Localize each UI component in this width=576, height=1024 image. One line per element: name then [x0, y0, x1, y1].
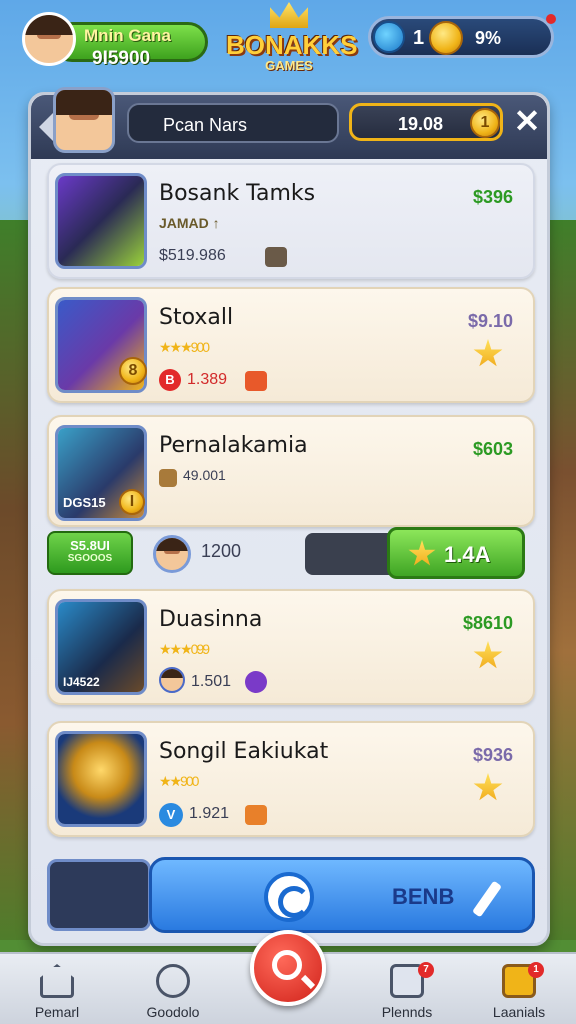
level-badge: 8 [119, 357, 147, 385]
panel-header: Pcan Nars 19.08 1 ✕ [31, 87, 547, 159]
home-icon [40, 964, 74, 998]
item-price: $8610 [462, 613, 513, 633]
item-name: Bosank Tamks [159, 181, 316, 206]
currency-display[interactable]: 1 9% [368, 16, 554, 58]
currency-a-value: 1 [413, 27, 425, 49]
globe-icon [373, 21, 405, 53]
list-item[interactable]: Songil Eakiukat ★★900 V 1.921 $936 [47, 721, 535, 837]
coin-icon [429, 21, 463, 55]
action-row: BENB [47, 855, 535, 935]
item-rating: ★★★099 [159, 641, 210, 657]
shop-panel: Pcan Nars 19.08 1 ✕ Bosank Tamks JAMAD ↑… [28, 87, 550, 946]
boost-offer-badge[interactable]: S5.8UI SGOOOS [47, 531, 133, 575]
mini-avatar [159, 667, 185, 693]
item-meta: 49.001 [183, 467, 226, 483]
chest-icon [245, 805, 267, 825]
crate-icon [265, 247, 287, 267]
list-item[interactable]: IJ4522 Duasinna ★★★099 1.501 $8610 [47, 589, 535, 705]
main-action-button[interactable]: BENB [149, 857, 535, 933]
search-button[interactable] [250, 930, 326, 1006]
item-name: Stoxall [159, 305, 234, 330]
nav-item-chat[interactable]: Goodolo [118, 954, 228, 1024]
list-item[interactable]: I Pernalakamia 49.001 DGS15 $603 [47, 415, 535, 527]
potion-icon [245, 671, 267, 693]
blue-badge-icon: V [159, 803, 183, 827]
close-button[interactable]: ✕ [511, 105, 543, 137]
boost-avatar [153, 535, 191, 573]
boost-button[interactable]: 1.4A [387, 527, 525, 579]
crown-icon [270, 2, 308, 28]
refresh-icon [264, 872, 314, 922]
star-icon[interactable] [473, 641, 503, 669]
chat-icon [156, 964, 190, 998]
item-price: $396 [472, 187, 513, 207]
player-coins: 9I5900 [92, 48, 151, 69]
item-name: Duasinna [159, 607, 263, 632]
back-arrow-icon[interactable] [39, 113, 53, 141]
player-avatar[interactable] [22, 12, 76, 66]
panel-score-value: 19.08 [398, 114, 444, 134]
pencil-icon [472, 880, 502, 918]
item-price: $936 [472, 745, 513, 765]
star-icon [408, 540, 436, 566]
nav-badge: 7 [418, 962, 434, 978]
nav-item-tasks[interactable]: 7 Plennds [352, 954, 462, 1024]
coin-icon: 1 [470, 108, 500, 138]
item-subvalue: DGS15 [63, 495, 106, 510]
boost-value: 1200 [201, 541, 242, 561]
player-name: Mnin Gana [84, 26, 171, 45]
panel-title-box: Pcan Nars [127, 103, 339, 143]
player-profile-chip[interactable]: Mnin Gana 9I5900 [22, 12, 208, 69]
item-thumbnail [55, 731, 147, 827]
panel-title: Pcan Nars [163, 115, 248, 135]
level-badge: I [119, 489, 145, 515]
header-avatar[interactable] [53, 87, 115, 153]
item-name: Songil Eakiukat [159, 739, 329, 764]
item-name: Pernalakamia [159, 433, 308, 458]
item-rating: ★★★900 [159, 339, 210, 355]
nav-item-home[interactable]: Pemarl [2, 954, 112, 1024]
item-price: $603 [472, 439, 513, 459]
boost-row: S5.8UI SGOOOS 1200 1.4A [47, 527, 535, 581]
search-icon [272, 950, 302, 980]
crate-icon [159, 469, 177, 487]
item-subvalue: $519.986 [159, 247, 226, 264]
top-bar: Mnin Gana 9I5900 BONAKKS GAMES 1 9% [0, 0, 576, 80]
list-item[interactable]: 8 Stoxall ★★★900 B 1.389 $9.10 [47, 287, 535, 403]
item-subvalue: 1.921 [189, 805, 230, 822]
item-rating: ★★900 [159, 773, 199, 789]
chest-icon [245, 371, 267, 391]
game-logo: BONAKKS GAMES [226, 2, 357, 78]
nav-badge: 1 [528, 962, 544, 978]
nav-item-rewards[interactable]: 1 Laanials [464, 954, 574, 1024]
item-subvalue: 1.501 [191, 673, 232, 690]
item-thumb-text: IJ4522 [63, 675, 100, 689]
star-icon[interactable] [473, 773, 503, 801]
item-subvalue: 1.389 [187, 371, 228, 388]
item-thumbnail [55, 173, 147, 269]
list-item[interactable]: Bosank Tamks JAMAD ↑ $519.986 $396 [47, 163, 535, 279]
red-badge-icon: B [159, 369, 181, 391]
item-price: $9.10 [467, 311, 513, 331]
item-meta: JAMAD ↑ [159, 215, 220, 231]
currency-b-value: 9% [475, 28, 502, 48]
notification-dot [546, 14, 556, 24]
panel-score: 19.08 1 [349, 103, 503, 141]
star-icon[interactable] [473, 339, 503, 367]
action-thumbnails[interactable] [47, 859, 151, 931]
